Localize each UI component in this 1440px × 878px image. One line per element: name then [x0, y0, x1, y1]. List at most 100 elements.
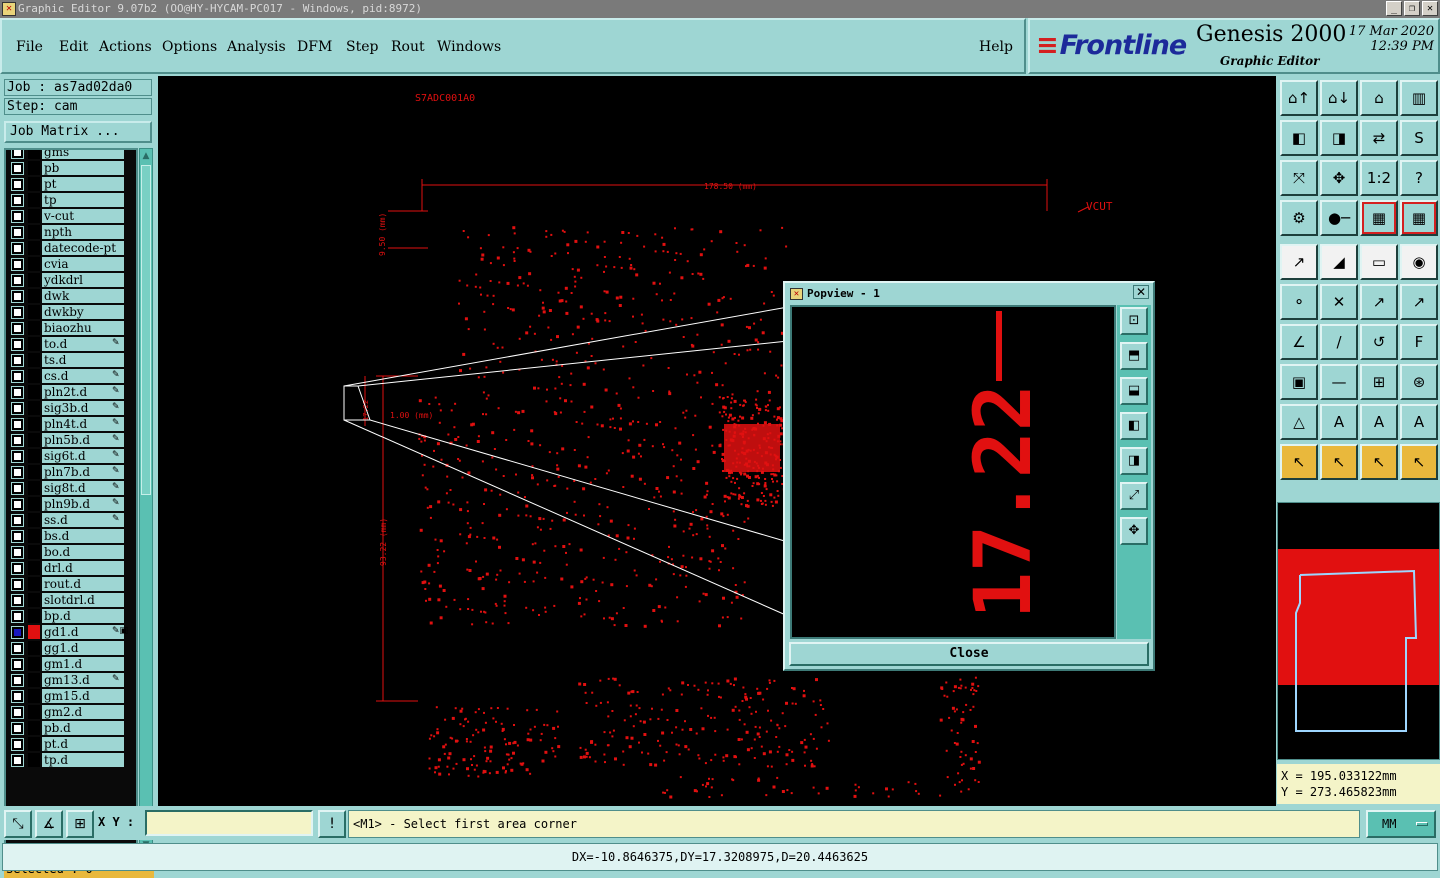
layer-checkbox[interactable] [11, 402, 24, 415]
tool-button-r5-c3[interactable]: ↗ [1400, 284, 1438, 320]
layer-row[interactable]: drl.d [6, 560, 136, 576]
tool-button-r4-c0[interactable]: ↗ [1280, 244, 1318, 280]
angle-tool-icon[interactable]: ∡ [35, 810, 63, 838]
layer-color-swatch[interactable] [28, 385, 40, 399]
layer-row[interactable]: slotdrl.d [6, 592, 136, 608]
layer-row[interactable]: pb [6, 160, 136, 176]
layer-color-swatch[interactable] [28, 529, 40, 543]
layer-row[interactable]: tp [6, 192, 136, 208]
tool-button-r0-c2[interactable]: ⌂ [1360, 80, 1398, 116]
layer-checkbox[interactable] [11, 178, 24, 191]
layer-row[interactable]: npth [6, 224, 136, 240]
tool-button-r6-c0[interactable]: ∠ [1280, 324, 1318, 360]
layer-color-swatch[interactable] [28, 657, 40, 671]
layer-color-swatch[interactable] [28, 689, 40, 703]
layer-row[interactable]: datecode-pt [6, 240, 136, 256]
layer-name[interactable]: slotdrl.d [42, 593, 124, 607]
layer-name[interactable]: npth [42, 225, 124, 239]
layer-color-swatch[interactable] [28, 209, 40, 223]
layer-name[interactable]: pb [42, 161, 124, 175]
popview-tool-left[interactable]: ◧ [1120, 412, 1148, 440]
layer-name[interactable]: dwk [42, 289, 124, 303]
layer-checkbox[interactable] [11, 706, 24, 719]
layer-list[interactable]: gms pb pt tp v-cut npth datecode-pt cvia ydkdrl d… [4, 148, 138, 848]
layer-color-swatch[interactable] [28, 161, 40, 175]
layer-row[interactable]: gm1.d [6, 656, 136, 672]
tool-button-r4-c2[interactable]: ▭ [1360, 244, 1398, 280]
tool-button-r8-c0[interactable]: △ [1280, 404, 1318, 440]
layer-color-swatch[interactable] [28, 577, 40, 591]
layer-row[interactable]: pln4t.d ✎ [6, 416, 136, 432]
popview-canvas[interactable]: 17.22 [790, 305, 1116, 639]
layer-row[interactable]: pln7b.d ✎ [6, 464, 136, 480]
tool-button-r9-c1[interactable]: ↖ [1320, 444, 1358, 480]
layer-checkbox[interactable] [11, 322, 24, 335]
tool-button-r3-c2[interactable]: ▦ [1360, 200, 1398, 236]
layer-row[interactable]: pln5b.d ✎ [6, 432, 136, 448]
layer-name[interactable]: rout.d [42, 577, 124, 591]
layer-checkbox[interactable] [11, 338, 24, 351]
layer-checkbox[interactable] [11, 546, 24, 559]
layer-name[interactable]: v-cut [42, 209, 124, 223]
layer-name[interactable]: gg1.d [42, 641, 124, 655]
layer-name[interactable]: ts.d [42, 353, 124, 367]
tool-button-r1-c3[interactable]: S [1400, 120, 1438, 156]
layer-color-swatch[interactable] [28, 753, 40, 767]
layer-name[interactable]: pb.d [42, 721, 124, 735]
layer-color-swatch[interactable] [28, 641, 40, 655]
tool-button-r9-c0[interactable]: ↖ [1280, 444, 1318, 480]
layer-row[interactable]: dwk [6, 288, 136, 304]
layer-color-swatch[interactable] [28, 561, 40, 575]
layer-row[interactable]: cs.d ✎ [6, 368, 136, 384]
layer-color-swatch[interactable] [28, 177, 40, 191]
layer-color-swatch[interactable] [28, 401, 40, 415]
layer-row[interactable]: gm15.d [6, 688, 136, 704]
layer-row[interactable]: bo.d [6, 544, 136, 560]
tool-button-r8-c3[interactable]: A [1400, 404, 1438, 440]
layer-color-swatch[interactable] [28, 625, 40, 639]
tool-button-r2-c3[interactable]: ? [1400, 160, 1438, 196]
layer-color-swatch[interactable] [28, 673, 40, 687]
layer-checkbox[interactable] [11, 514, 24, 527]
layer-row[interactable]: gd1.d ✎▣ [6, 624, 136, 640]
layer-checkbox[interactable] [11, 258, 24, 271]
layer-name[interactable]: bo.d [42, 545, 124, 559]
tool-button-r7-c1[interactable]: — [1320, 364, 1358, 400]
layer-name[interactable]: cvia [42, 257, 124, 271]
popview-tool-right[interactable]: ◨ [1120, 447, 1148, 475]
tool-button-r6-c1[interactable]: / [1320, 324, 1358, 360]
menu-analysis[interactable]: Analysis [227, 39, 286, 55]
menu-options[interactable]: Options [162, 39, 217, 55]
alert-button[interactable]: ! [318, 810, 346, 838]
layer-checkbox[interactable] [11, 466, 24, 479]
tool-button-r3-c1[interactable]: ●─ [1320, 200, 1358, 236]
layer-name[interactable]: biaozhu [42, 321, 124, 335]
layer-checkbox[interactable] [11, 194, 24, 207]
layer-name[interactable]: pt.d [42, 737, 124, 751]
layer-row[interactable]: to.d ✎ [6, 336, 136, 352]
tool-button-r1-c0[interactable]: ◧ [1280, 120, 1318, 156]
tool-button-r8-c1[interactable]: A [1320, 404, 1358, 440]
layer-checkbox[interactable] [11, 642, 24, 655]
layer-row[interactable]: pt.d [6, 736, 136, 752]
tool-button-r5-c2[interactable]: ↗ [1360, 284, 1398, 320]
layer-row[interactable]: v-cut [6, 208, 136, 224]
close-window-button[interactable]: ✕ [1422, 1, 1438, 16]
snap-tool-icon[interactable]: ⤡ [4, 810, 32, 838]
scroll-thumb[interactable] [141, 165, 151, 495]
layer-name[interactable]: bs.d [42, 529, 124, 543]
tool-button-r4-c3[interactable]: ◉ [1400, 244, 1438, 280]
layer-color-swatch[interactable] [28, 705, 40, 719]
tool-button-r1-c2[interactable]: ⇄ [1360, 120, 1398, 156]
tool-button-r9-c2[interactable]: ↖ [1360, 444, 1398, 480]
layer-checkbox[interactable] [11, 690, 24, 703]
layer-checkbox[interactable] [11, 274, 24, 287]
layer-checkbox[interactable] [11, 306, 24, 319]
layer-name[interactable]: gm1.d [42, 657, 124, 671]
tool-button-r7-c3[interactable]: ⊛ [1400, 364, 1438, 400]
popview-tool-up[interactable]: ⬒ [1120, 342, 1148, 370]
tool-button-r7-c2[interactable]: ⊞ [1360, 364, 1398, 400]
tool-button-r6-c2[interactable]: ↺ [1360, 324, 1398, 360]
layer-row[interactable]: dwkby [6, 304, 136, 320]
tool-button-r2-c1[interactable]: ✥ [1320, 160, 1358, 196]
